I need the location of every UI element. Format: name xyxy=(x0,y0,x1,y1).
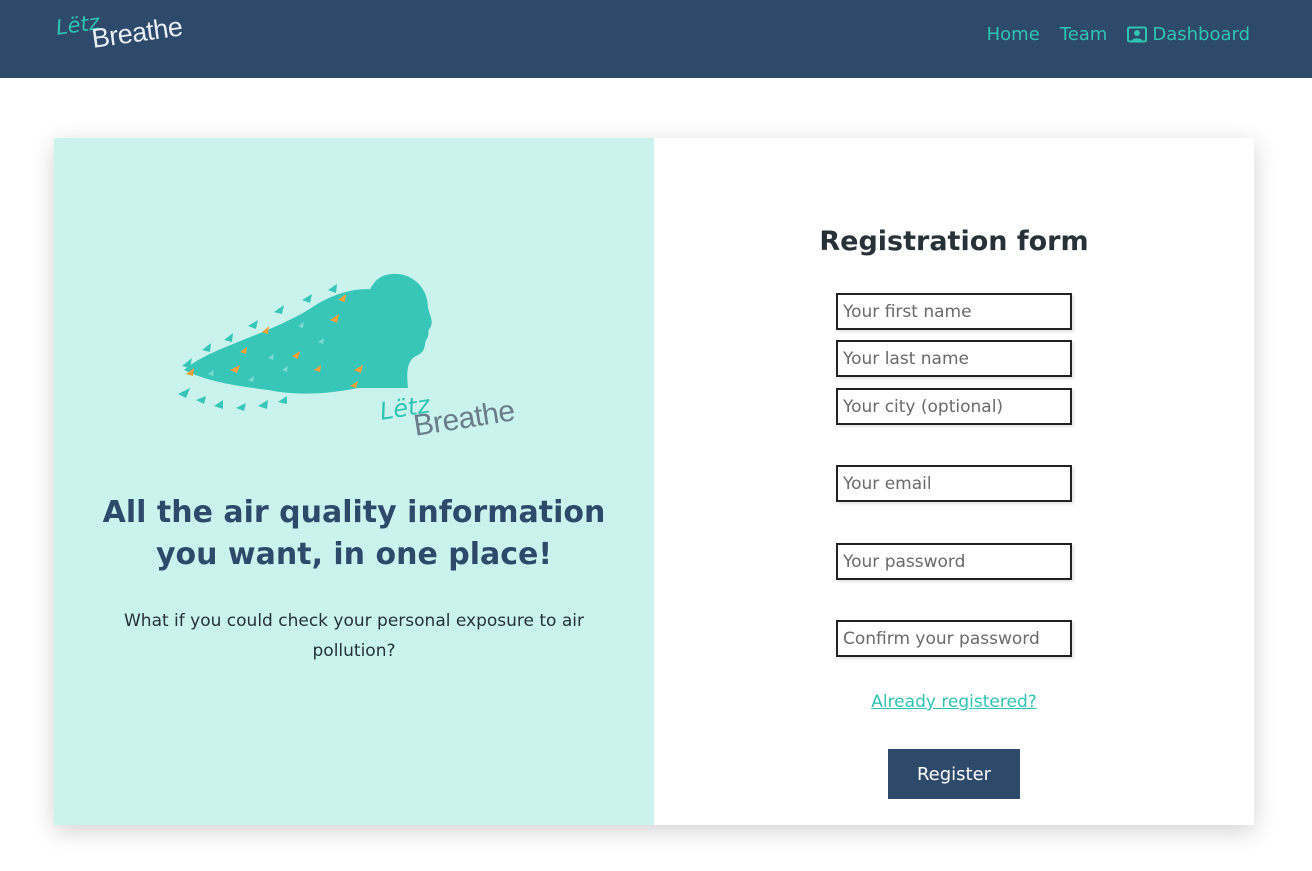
user-dashboard-icon xyxy=(1127,26,1148,42)
password-field[interactable] xyxy=(836,543,1072,580)
woman-butterflies-illustration xyxy=(178,273,432,411)
nav-link-dashboard[interactable]: Dashboard xyxy=(1127,24,1250,45)
registration-form: Registration form Already registered? Re… xyxy=(654,138,1254,825)
already-registered-link[interactable]: Already registered? xyxy=(654,692,1254,712)
last-name-field[interactable] xyxy=(836,340,1072,377)
city-field[interactable] xyxy=(836,388,1072,425)
hero-headline: All the air quality information you want… xyxy=(102,495,606,572)
hero-logo: Lëtz Breathe xyxy=(178,270,528,460)
nav-link-dashboard-label: Dashboard xyxy=(1152,24,1250,45)
nav-link-team[interactable]: Team xyxy=(1060,24,1108,45)
nav-links: Home Team Dashboard xyxy=(987,24,1250,45)
hero-panel: Lëtz Breathe All the air quality informa… xyxy=(54,138,654,825)
form-title: Registration form xyxy=(819,226,1089,257)
confirm-password-field[interactable] xyxy=(836,620,1072,657)
hero-subtext: What if you could check your personal ex… xyxy=(123,611,584,661)
register-button[interactable]: Register xyxy=(888,749,1020,799)
nav-logo[interactable]: Lëtz Breathe xyxy=(52,10,202,68)
logo-breathe-text: Breathe xyxy=(89,11,185,54)
nav-link-home[interactable]: Home xyxy=(987,24,1040,45)
email-field[interactable] xyxy=(836,465,1072,502)
navbar: Lëtz Breathe Home Team Dashboard xyxy=(0,0,1312,78)
first-name-field[interactable] xyxy=(836,293,1072,330)
registration-card: Lëtz Breathe All the air quality informa… xyxy=(54,138,1254,825)
